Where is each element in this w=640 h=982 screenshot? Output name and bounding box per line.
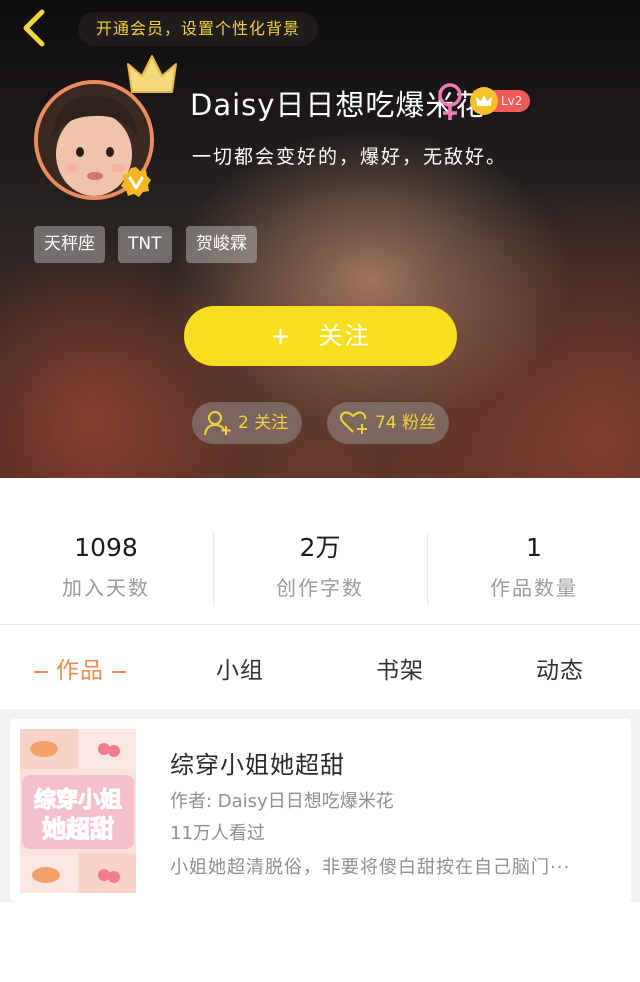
following-count: 2 关注 bbox=[238, 413, 289, 433]
user-plus-icon bbox=[204, 411, 231, 436]
follow-button[interactable]: + 关注 bbox=[184, 306, 457, 366]
active-tab-indicator bbox=[34, 670, 48, 673]
plus-icon: + bbox=[270, 322, 293, 350]
stat-label: 加入天数 bbox=[62, 576, 150, 600]
stat-label: 创作字数 bbox=[276, 576, 364, 600]
tab-groups[interactable]: 小组 bbox=[160, 651, 320, 685]
profile-tag[interactable]: 贺峻霖 bbox=[186, 226, 257, 263]
work-author: 作者: Daisy日日想吃爆米花 bbox=[170, 791, 394, 812]
cover-title-line-2: 她超甜 bbox=[42, 815, 114, 843]
tab-activity[interactable]: 动态 bbox=[480, 651, 640, 685]
follow-label: 关注 bbox=[318, 322, 371, 350]
tab-label: 作品 bbox=[56, 658, 104, 684]
tab-bookshelf[interactable]: 书架 bbox=[320, 651, 480, 685]
chevron-left-icon bbox=[23, 9, 45, 47]
fans-count-button[interactable]: 74 粉丝 bbox=[327, 402, 449, 444]
profile-tag[interactable]: TNT bbox=[118, 226, 172, 263]
work-title[interactable]: 综穿小姐她超甜 bbox=[170, 745, 345, 780]
stat-words-written: 2万 创作字数 bbox=[214, 532, 426, 601]
crown-icon bbox=[127, 55, 177, 93]
verified-v-icon bbox=[121, 167, 151, 197]
work-description: 小姐她超清脱俗，非要将傻白甜按在自己脑门··· bbox=[170, 857, 571, 878]
female-gender-icon bbox=[438, 83, 462, 120]
fans-count: 74 粉丝 bbox=[375, 413, 437, 433]
level-badge: Lv2 bbox=[470, 87, 532, 115]
user-bio: 一切都会变好的，爆好，无敌好。 bbox=[192, 146, 508, 168]
work-card[interactable]: 综穿小姐 她超甜 综穿小姐她超甜 作者: Daisy日日想吃爆米花 11万人看过… bbox=[10, 719, 631, 902]
book-cover-art: 综穿小姐 她超甜 bbox=[20, 729, 136, 893]
stat-value: 1 bbox=[526, 533, 542, 562]
heart-plus-icon bbox=[340, 411, 367, 434]
stat-value: 2万 bbox=[299, 533, 341, 562]
stat-works-count: 1 作品数量 bbox=[428, 532, 640, 601]
vip-background-banner[interactable]: 开通会员，设置个性化背景 bbox=[78, 12, 319, 46]
level-crown-icon bbox=[470, 87, 498, 115]
profile-header: 开通会员，设置个性化背景 Daisy日日想吃爆米花 Lv2 一切都会变好的，爆好… bbox=[0, 0, 640, 478]
work-cover-image[interactable]: 综穿小姐 她超甜 bbox=[20, 729, 136, 893]
stat-value: 1098 bbox=[74, 533, 138, 562]
stat-label: 作品数量 bbox=[490, 576, 578, 600]
profile-tag[interactable]: 天秤座 bbox=[34, 226, 105, 263]
profile-tabs: 作品 小组 书架 动态 bbox=[0, 625, 640, 709]
profile-stats: 1098 加入天数 2万 创作字数 1 作品数量 bbox=[0, 478, 640, 624]
tab-works[interactable]: 作品 bbox=[0, 651, 160, 685]
back-button[interactable] bbox=[14, 6, 58, 50]
work-views: 11万人看过 bbox=[170, 823, 265, 844]
active-tab-indicator bbox=[112, 670, 126, 673]
cover-title-line-1: 综穿小姐 bbox=[34, 787, 122, 813]
following-count-button[interactable]: 2 关注 bbox=[192, 402, 302, 444]
stat-days-joined: 1098 加入天数 bbox=[0, 532, 212, 601]
